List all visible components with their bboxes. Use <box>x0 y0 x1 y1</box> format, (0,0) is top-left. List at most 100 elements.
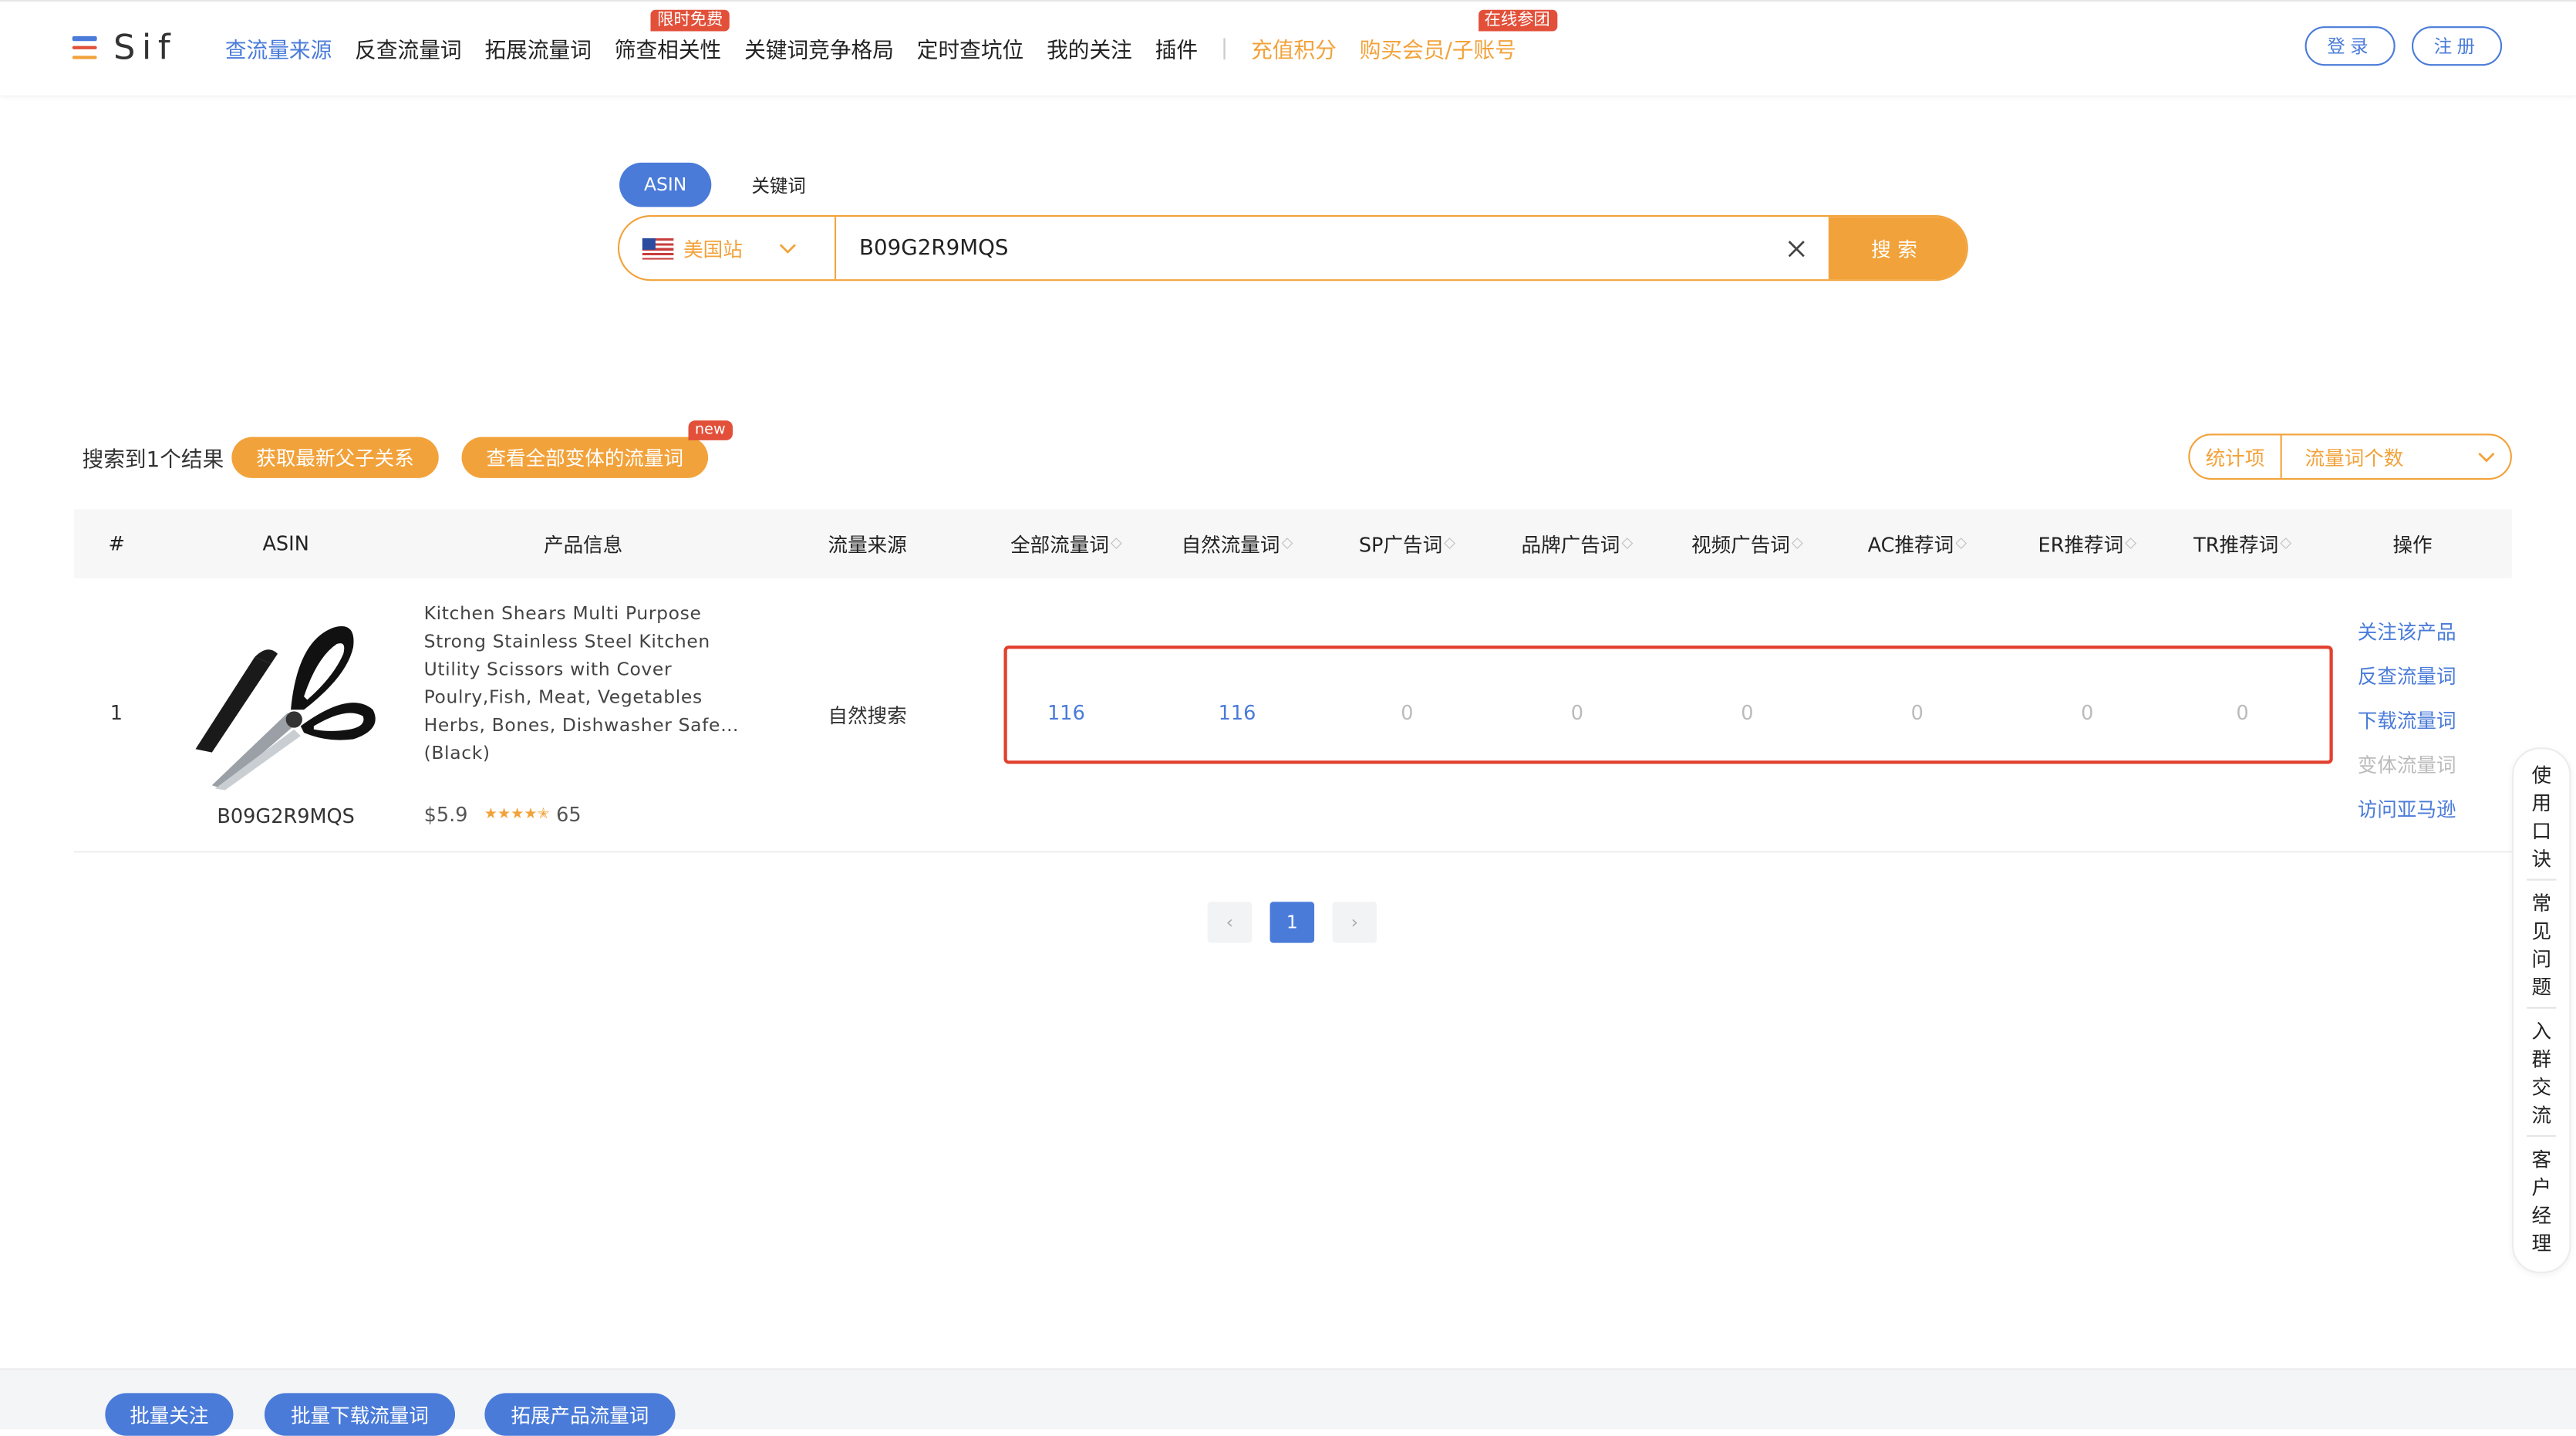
chevron-down-icon <box>779 237 797 260</box>
col-all-keywords[interactable]: 全部流量词 ◇ <box>981 509 1152 578</box>
col-traffic-source: 流量来源 <box>828 533 907 557</box>
nav-relevance-filter[interactable]: 筛查相关性 限时免费 <box>614 9 730 65</box>
visit-amazon-link[interactable]: 访问亚马逊 <box>2358 788 2456 833</box>
result-count: 搜索到1个结果 <box>82 448 224 474</box>
reverse-keywords-link[interactable]: 反查流量词 <box>2358 656 2456 700</box>
nav-traffic-source[interactable]: 查流量来源 <box>225 33 332 64</box>
nav-rank-tracker[interactable]: 定时查坑位 <box>917 33 1023 64</box>
menu-icon <box>72 35 97 59</box>
batch-download-button[interactable]: 批量下载流量词 <box>264 1393 456 1436</box>
nav-my-follows[interactable]: 我的关注 <box>1047 33 1132 64</box>
logo[interactable]: Sif <box>72 23 177 72</box>
nav-buy-membership[interactable]: 购买会员/子账号 在线参团 <box>1359 9 1557 65</box>
side-help-panel: 使用口诀 常见问题 入群交流 客户经理 <box>2511 747 2571 1273</box>
table-header: # ASIN 产品信息 流量来源 全部流量词 ◇ 自然流量词 ◇ SP广告词 ◇ 品牌… <box>73 509 2512 578</box>
search-bar: 美国站 搜索 <box>617 215 1968 281</box>
product-image[interactable] <box>189 608 383 792</box>
clear-icon[interactable] <box>1763 217 1829 279</box>
stat-label: 统计项 <box>2190 435 2282 478</box>
stat-value: 流量词个数 <box>2305 446 2404 470</box>
col-tr-keywords-label: TR推荐词 <box>2193 533 2279 557</box>
col-sp-keywords-label: SP广告词 <box>1358 533 1443 557</box>
page-1-button[interactable]: 1 <box>1269 902 1315 943</box>
us-flag-icon <box>642 237 674 259</box>
row-index: 1 <box>110 701 123 725</box>
nav-recharge[interactable]: 充值积分 <box>1251 33 1337 64</box>
sort-icon: ◇ <box>1621 535 1634 552</box>
next-page-button[interactable]: › <box>1332 902 1377 943</box>
expand-product-keywords-button[interactable]: 拓展产品流量词 <box>484 1393 676 1436</box>
row-asin[interactable]: B09G2R9MQS <box>189 805 383 828</box>
star-rating-icon: ★★★★✭ <box>484 806 550 824</box>
main-nav: 查流量来源 反查流量词 拓展流量词 筛查相关性 限时免费 关键词竞争格局 定时查… <box>225 9 1557 65</box>
sort-icon: ◇ <box>1955 535 1967 552</box>
asin-search-input[interactable] <box>836 217 1763 280</box>
highlight-box <box>1003 646 2333 764</box>
register-button[interactable]: 注册 <box>2411 26 2503 66</box>
nav-relevance-label: 筛查相关性 <box>614 39 722 65</box>
search-button[interactable]: 搜索 <box>1828 217 1967 280</box>
product-price: $5.9 <box>423 803 468 827</box>
col-asin: ASIN <box>262 532 309 555</box>
stat-select[interactable]: 统计项 流量词个数 <box>2188 433 2512 480</box>
tab-keyword[interactable]: 关键词 <box>730 163 828 207</box>
col-video-keywords[interactable]: 视频广告词 ◇ <box>1663 509 1832 578</box>
col-sp-keywords[interactable]: SP广告词 ◇ <box>1323 509 1492 578</box>
tab-asin[interactable]: ASIN <box>619 162 712 207</box>
nav-divider: | <box>1220 35 1229 61</box>
free-badge: 限时免费 <box>650 9 730 32</box>
col-organic-keywords[interactable]: 自然流量词 ◇ <box>1151 509 1323 578</box>
faq-link[interactable]: 常见问题 <box>2514 891 2569 1003</box>
sort-icon: ◇ <box>1791 535 1803 552</box>
sort-icon: ◇ <box>1444 535 1456 552</box>
col-video-keywords-label: 视频广告词 <box>1691 533 1790 557</box>
view-variant-keywords-button[interactable]: 查看全部变体的流量词 <box>461 437 709 478</box>
group-buy-badge: 在线参团 <box>1478 9 1557 32</box>
batch-follow-button[interactable]: 批量关注 <box>105 1393 234 1436</box>
variant-keywords-link: 变体流量词 <box>2357 753 2456 777</box>
download-keywords-link[interactable]: 下载流量词 <box>2358 699 2456 744</box>
fetch-parent-child-button[interactable]: 获取最新父子关系 <box>231 437 439 478</box>
traffic-source: 自然搜索 <box>828 704 907 728</box>
col-all-keywords-label: 全部流量词 <box>1010 533 1109 557</box>
col-ac-keywords[interactable]: AC推荐词 ◇ <box>1832 509 2003 578</box>
nav-keyword-competition[interactable]: 关键词竞争格局 <box>744 33 894 64</box>
new-badge: new <box>688 420 733 440</box>
nav-membership-label: 购买会员/子账号 <box>1359 39 1516 65</box>
col-organic-keywords-label: 自然流量词 <box>1181 533 1280 557</box>
chevron-down-icon <box>2461 445 2510 468</box>
sort-icon: ◇ <box>2125 535 2137 552</box>
help-tips-link[interactable]: 使用口诀 <box>2514 762 2569 874</box>
login-button[interactable]: 登录 <box>2305 26 2396 66</box>
account-manager-link[interactable]: 客户经理 <box>2514 1147 2569 1259</box>
divider <box>2527 1006 2557 1009</box>
sort-icon: ◇ <box>1111 535 1122 552</box>
col-index: # <box>108 532 125 555</box>
review-count: 65 <box>556 803 582 827</box>
bottom-action-bar: 批量关注 批量下载流量词 拓展产品流量词 <box>0 1368 2576 1436</box>
col-tr-keywords[interactable]: TR推荐词 ◇ <box>2172 509 2313 578</box>
follow-product-link[interactable]: 关注该产品 <box>2358 611 2456 656</box>
sort-icon: ◇ <box>1281 535 1293 552</box>
product-price-rating: $5.9 ★★★★✭ 65 <box>424 804 582 827</box>
logo-text: Sif <box>113 28 177 68</box>
prev-page-button[interactable]: ‹ <box>1207 902 1253 943</box>
col-product-info: 产品信息 <box>544 533 623 557</box>
col-er-keywords-label: ER推荐词 <box>2038 533 2124 557</box>
divider <box>2527 878 2557 881</box>
nav-expand-keywords[interactable]: 拓展流量词 <box>484 33 591 64</box>
marketplace-select[interactable]: 美国站 <box>619 217 837 280</box>
col-er-keywords[interactable]: ER推荐词 ◇ <box>2003 509 2172 578</box>
col-brand-keywords[interactable]: 品牌广告词 ◇ <box>1492 509 1663 578</box>
nav-reverse-keywords[interactable]: 反查流量词 <box>355 33 461 64</box>
col-brand-keywords-label: 品牌广告词 <box>1521 533 1620 557</box>
nav-plugins[interactable]: 插件 <box>1155 33 1198 64</box>
divider <box>2527 1134 2557 1138</box>
join-group-link[interactable]: 入群交流 <box>2514 1019 2569 1131</box>
col-ac-keywords-label: AC推荐词 <box>1867 533 1954 557</box>
product-title[interactable]: Kitchen Shears Multi Purpose Strong Stai… <box>424 599 744 767</box>
row-actions: 关注该产品 反查流量词 下载流量词 变体流量词 访问亚马逊 <box>2358 611 2456 833</box>
sort-icon: ◇ <box>2280 535 2292 552</box>
col-actions: 操作 <box>2392 533 2433 557</box>
marketplace-value: 美国站 <box>683 237 743 261</box>
